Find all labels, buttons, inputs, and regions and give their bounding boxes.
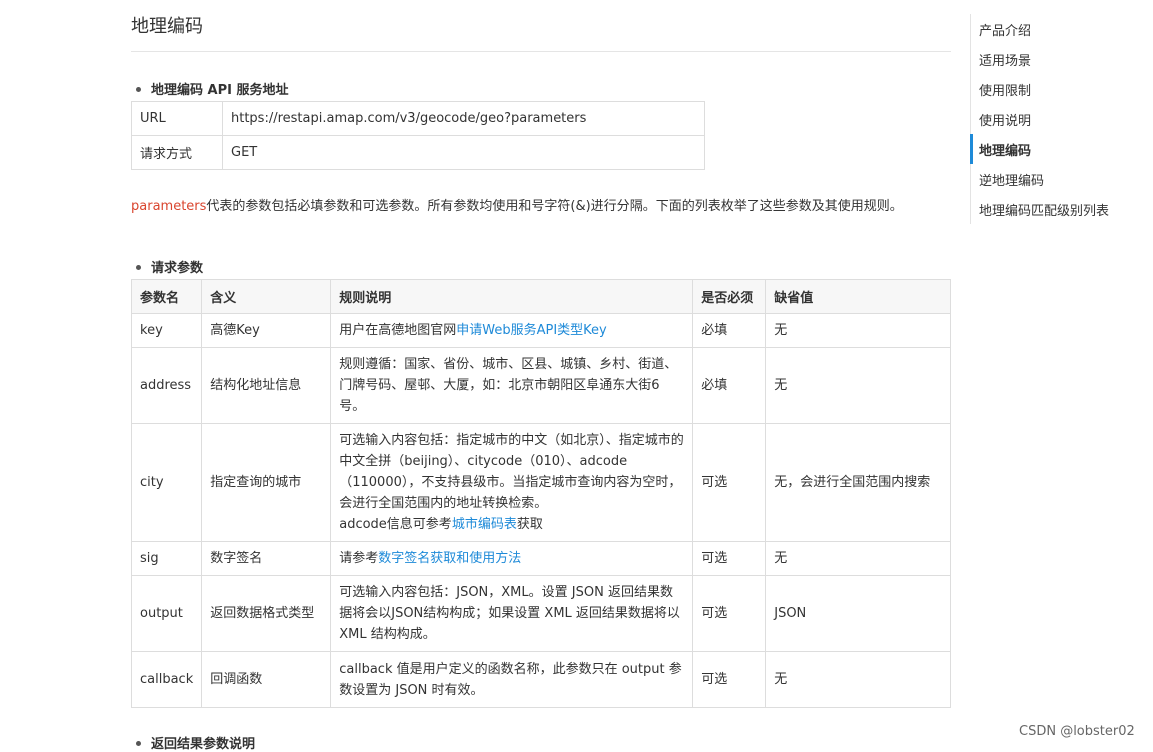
table-row: callback 回调函数 callback 值是用户定义的函数名称，此参数只在… (130, 651, 951, 708)
table-row: key 高德Key 用户在高德地图官网申请Web服务API类型Key 必填 无 (130, 313, 951, 348)
param-rule: 规则遵循：国家、省份、城市、区县、城镇、乡村、街道、门牌号码、屋邨、大厦，如：北… (330, 347, 694, 424)
section-title: 地理编码 API 服务地址 (151, 83, 289, 98)
toc-item-geocode[interactable]: 地理编码 (979, 140, 1031, 159)
param-rule: 可选输入内容包括：JSON，XML。设置 JSON 返回结果数据将会以JSON结… (330, 575, 694, 652)
rule-text: adcode信息可参考 (339, 517, 452, 532)
toc-item-reverse-geocode[interactable]: 逆地理编码 (979, 170, 1044, 189)
param-meaning: 返回数据格式类型 (201, 575, 332, 652)
rule-text: 请参考 (339, 551, 379, 566)
toc-item-limits[interactable]: 使用限制 (979, 80, 1031, 99)
param-name: key (130, 313, 203, 348)
param-required: 必填 (692, 347, 767, 424)
param-default: JSON (765, 575, 951, 652)
method-label: 请求方式 (131, 135, 223, 170)
section-service-url: 地理编码 API 服务地址 (131, 79, 288, 98)
bullet-icon (136, 265, 141, 270)
param-rule: callback 值是用户定义的函数名称，此参数只在 output 参数设置为 … (330, 651, 694, 708)
rule-text: 获取 (516, 517, 543, 532)
method-value: GET (222, 135, 705, 170)
table-row: address 结构化地址信息 规则遵循：国家、省份、城市、区县、城镇、乡村、街… (130, 347, 951, 424)
header-rule: 规则说明 (330, 279, 694, 314)
table-row: output 返回数据格式类型 可选输入内容包括：JSON，XML。设置 JSO… (130, 575, 951, 652)
section-request-params: 请求参数 (131, 257, 203, 276)
param-default: 无 (765, 541, 951, 576)
rule-text: 可选输入内容包括：指定城市的中文（如北京）、指定城市的中文全拼（beijing）… (339, 433, 684, 511)
param-name: city (130, 423, 203, 542)
param-required: 可选 (692, 541, 767, 576)
table-of-contents: 产品介绍 适用场景 使用限制 使用说明 地理编码 逆地理编码 地理编码匹配级别列… (970, 14, 1131, 224)
page-title: 地理编码 (131, 16, 203, 37)
param-meaning: 回调函数 (201, 651, 332, 708)
section-response-params: 返回结果参数说明 (131, 733, 255, 752)
bullet-icon (136, 741, 141, 746)
url-label: URL (131, 101, 223, 136)
param-meaning: 指定查询的城市 (201, 423, 332, 542)
signature-method-link[interactable]: 数字签名获取和使用方法 (378, 551, 521, 566)
city-code-table-link[interactable]: 城市编码表 (452, 517, 517, 532)
param-required: 可选 (692, 423, 767, 542)
rule-text: 用户在高德地图官网 (339, 323, 457, 338)
section-title: 返回结果参数说明 (151, 737, 256, 752)
toc-item-usage[interactable]: 使用说明 (979, 110, 1031, 129)
param-meaning: 数字签名 (201, 541, 332, 576)
param-name: address (130, 347, 203, 424)
section-title: 请求参数 (151, 261, 204, 276)
param-rule: 可选输入内容包括：指定城市的中文（如北京）、指定城市的中文全拼（beijing）… (330, 423, 694, 542)
title-divider (131, 51, 951, 52)
apply-key-link[interactable]: 申请Web服务API类型Key (456, 323, 606, 338)
param-required: 必填 (692, 313, 767, 348)
header-param-name: 参数名 (130, 279, 203, 314)
toc-item-scenarios[interactable]: 适用场景 (979, 50, 1031, 69)
header-meaning: 含义 (201, 279, 332, 314)
param-default: 无 (765, 651, 951, 708)
param-default: 无 (765, 313, 951, 348)
params-table: 参数名 含义 规则说明 是否必须 缺省值 key 高德Key 用户在高德地图官网… (130, 279, 951, 708)
param-default: 无，会进行全国范围内搜索 (765, 423, 951, 542)
csdn-watermark: CSDN @lobster02 (1019, 724, 1135, 739)
param-meaning: 高德Key (201, 313, 332, 348)
url-table: URL https://restapi.amap.com/v3/geocode/… (131, 101, 705, 170)
param-name: sig (130, 541, 203, 576)
table-row: URL https://restapi.amap.com/v3/geocode/… (131, 101, 705, 136)
table-header-row: 参数名 含义 规则说明 是否必须 缺省值 (130, 279, 951, 314)
parameters-keyword: parameters (131, 199, 207, 214)
param-required: 可选 (692, 575, 767, 652)
param-rule: 请参考数字签名获取和使用方法 (330, 541, 694, 576)
param-rule: 用户在高德地图官网申请Web服务API类型Key (330, 313, 694, 348)
toc-active-indicator (970, 134, 973, 164)
header-required: 是否必须 (692, 279, 767, 314)
param-required: 可选 (692, 651, 767, 708)
param-name: output (130, 575, 203, 652)
param-name: callback (130, 651, 203, 708)
parameters-description: parameters代表的参数包括必填参数和可选参数。所有参数均使用和号字符(&… (131, 193, 951, 221)
table-row: city 指定查询的城市 可选输入内容包括：指定城市的中文（如北京）、指定城市的… (130, 423, 951, 542)
param-default: 无 (765, 347, 951, 424)
toc-item-match-level[interactable]: 地理编码匹配级别列表 (979, 200, 1109, 219)
param-meaning: 结构化地址信息 (201, 347, 332, 424)
header-default: 缺省值 (765, 279, 951, 314)
toc-item-product-intro[interactable]: 产品介绍 (979, 20, 1031, 39)
description-text: 代表的参数包括必填参数和可选参数。所有参数均使用和号字符(&)进行分隔。下面的列… (206, 199, 903, 214)
table-row: sig 数字签名 请参考数字签名获取和使用方法 可选 无 (130, 541, 951, 576)
bullet-icon (136, 87, 141, 92)
url-value: https://restapi.amap.com/v3/geocode/geo?… (222, 101, 705, 136)
table-row: 请求方式 GET (131, 135, 705, 170)
